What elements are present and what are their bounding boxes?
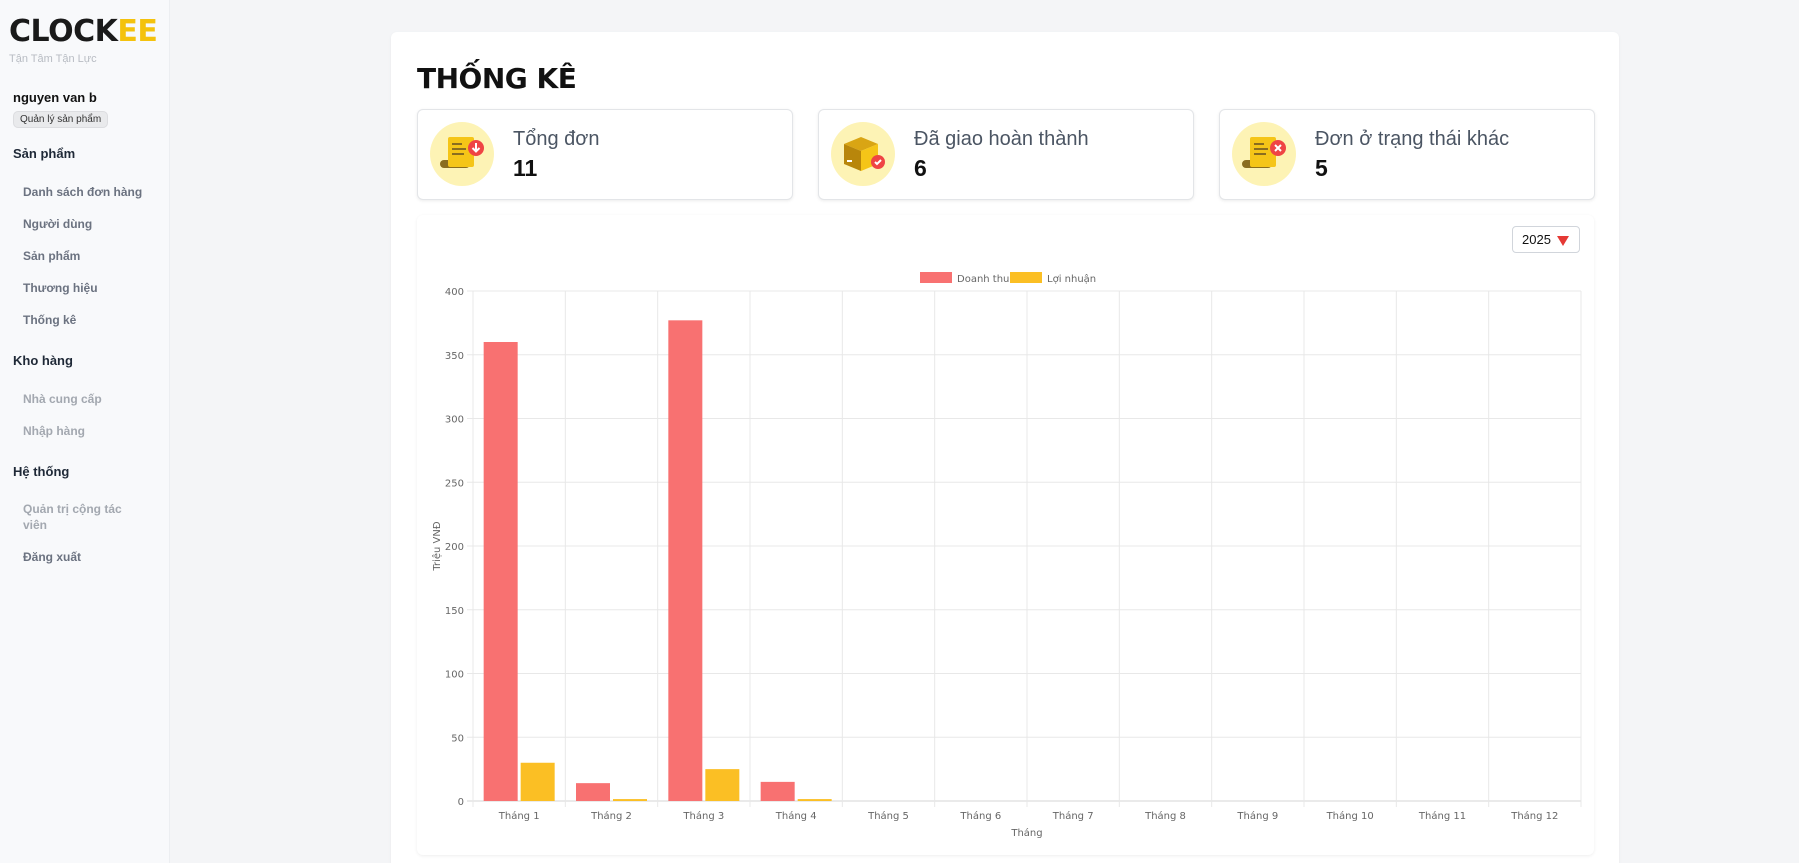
- legend-swatch-loi-nhuan: [1010, 272, 1042, 283]
- bar-loi-nhuan: [613, 799, 647, 801]
- y-tick-label: 400: [445, 287, 464, 298]
- bar-doanh-thu: [760, 781, 795, 801]
- x-tick-label: Tháng 6: [959, 810, 1001, 822]
- x-tick-label: Tháng 11: [1418, 810, 1466, 822]
- x-tick-label: Tháng 8: [1144, 810, 1186, 822]
- x-tick-label: Tháng 5: [867, 810, 909, 822]
- legend-label-doanh-thu: Doanh thu: [957, 274, 1009, 285]
- bar-loi-nhuan: [705, 769, 740, 801]
- legend-swatch-doanh-thu: [920, 272, 952, 283]
- revenue-profit-chart: 0 50 100 150 200 250 300 350 400 Tháng 1 Tháng 2 Th…: [431, 272, 1582, 839]
- x-tick-label: Tháng 4: [775, 810, 817, 822]
- x-axis-label: Tháng: [1010, 827, 1042, 839]
- y-tick-label: 50: [451, 733, 464, 744]
- y-tick-label: 300: [445, 415, 464, 426]
- x-tick-label: Tháng 7: [1052, 810, 1094, 822]
- y-tick-label: 200: [445, 542, 464, 553]
- bar-doanh-thu: [483, 342, 518, 801]
- x-tick-label: Tháng 3: [682, 810, 724, 822]
- x-tick-label: Tháng 12: [1510, 810, 1558, 822]
- y-axis-label: Triệu VNĐ: [431, 521, 443, 572]
- y-tick-label: 150: [445, 606, 464, 617]
- bar-loi-nhuan: [797, 799, 832, 801]
- legend-label-loi-nhuan: Lợi nhuận: [1047, 273, 1096, 285]
- x-tick-label: Tháng 1: [498, 810, 540, 822]
- y-tick-label: 250: [445, 478, 464, 489]
- x-tick-label: Tháng 2: [590, 810, 632, 822]
- y-tick-label: 350: [445, 351, 464, 362]
- bar-doanh-thu: [668, 320, 703, 801]
- bar-loi-nhuan: [520, 762, 555, 801]
- x-tick-label: Tháng 10: [1326, 810, 1374, 822]
- bar-doanh-thu: [576, 783, 610, 801]
- y-tick-label: 100: [445, 670, 464, 681]
- x-tick-label: Tháng 9: [1236, 810, 1278, 822]
- y-tick-label: 0: [458, 797, 464, 808]
